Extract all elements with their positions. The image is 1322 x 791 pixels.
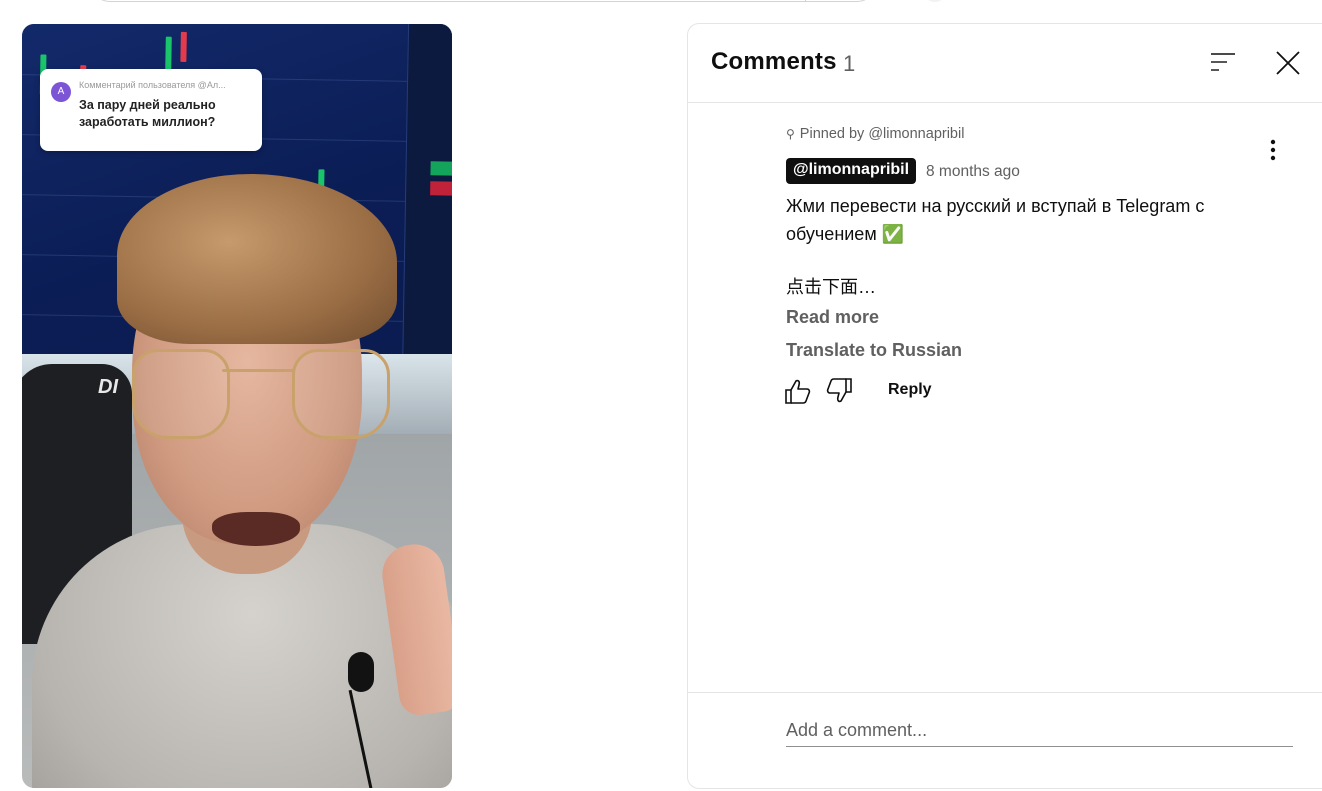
sticker-avatar: A — [51, 82, 71, 102]
glasses-right-lens — [292, 349, 390, 439]
comments-header: Comments 1 — [688, 24, 1322, 103]
pinned-text: Pinned by @limonnapribil — [799, 126, 965, 142]
comments-panel: Comments 1 ⚲ Pinned by @limonnapribil @l… — [687, 23, 1322, 789]
sort-icon[interactable] — [1210, 51, 1236, 73]
reply-button[interactable]: Reply — [888, 381, 932, 399]
person-mouth — [212, 512, 300, 546]
comment-timestamp[interactable]: 8 months ago — [926, 163, 1020, 181]
translate-button[interactable]: Translate to Russian — [786, 340, 962, 361]
lapel-mic — [348, 652, 374, 692]
dislike-icon[interactable] — [826, 377, 854, 405]
comment-text-more: 点击下面… — [786, 277, 876, 297]
comment-author[interactable]: @limonnapribil — [786, 158, 917, 184]
comment-text: Жми перевести на русский и вступай в Tel… — [786, 196, 1210, 244]
sticker-question: За пару дней реально заработать миллион? — [79, 98, 216, 129]
pinned-label: ⚲ Pinned by @limonnapribil — [786, 126, 964, 142]
read-more-button[interactable]: Read more — [786, 307, 879, 328]
close-icon[interactable] — [1273, 48, 1303, 78]
more-vert-icon[interactable] — [1263, 138, 1283, 162]
add-comment-input[interactable] — [786, 714, 1293, 747]
glasses-left-lens — [132, 349, 230, 439]
shorts-video-player[interactable]: DI A Комментарий пользователя @Ал... За … — [22, 24, 452, 788]
search-bar-edge[interactable] — [90, 0, 877, 2]
voice-search-icon[interactable] — [925, 0, 945, 2]
search-divider — [805, 0, 806, 2]
comments-footer-divider — [688, 692, 1322, 693]
person-hair — [117, 174, 397, 344]
comments-count: 1 — [843, 51, 856, 76]
chair-logo-text: DI — [98, 376, 118, 398]
trade-side-panel — [401, 24, 452, 382]
comment-reply-sticker: A Комментарий пользователя @Ал... За пар… — [40, 69, 262, 151]
comments-title: Comments — [711, 48, 837, 75]
pin-icon: ⚲ — [786, 127, 795, 141]
like-icon[interactable] — [783, 377, 811, 405]
sticker-username: Комментарий пользователя @Ал... — [79, 80, 226, 90]
